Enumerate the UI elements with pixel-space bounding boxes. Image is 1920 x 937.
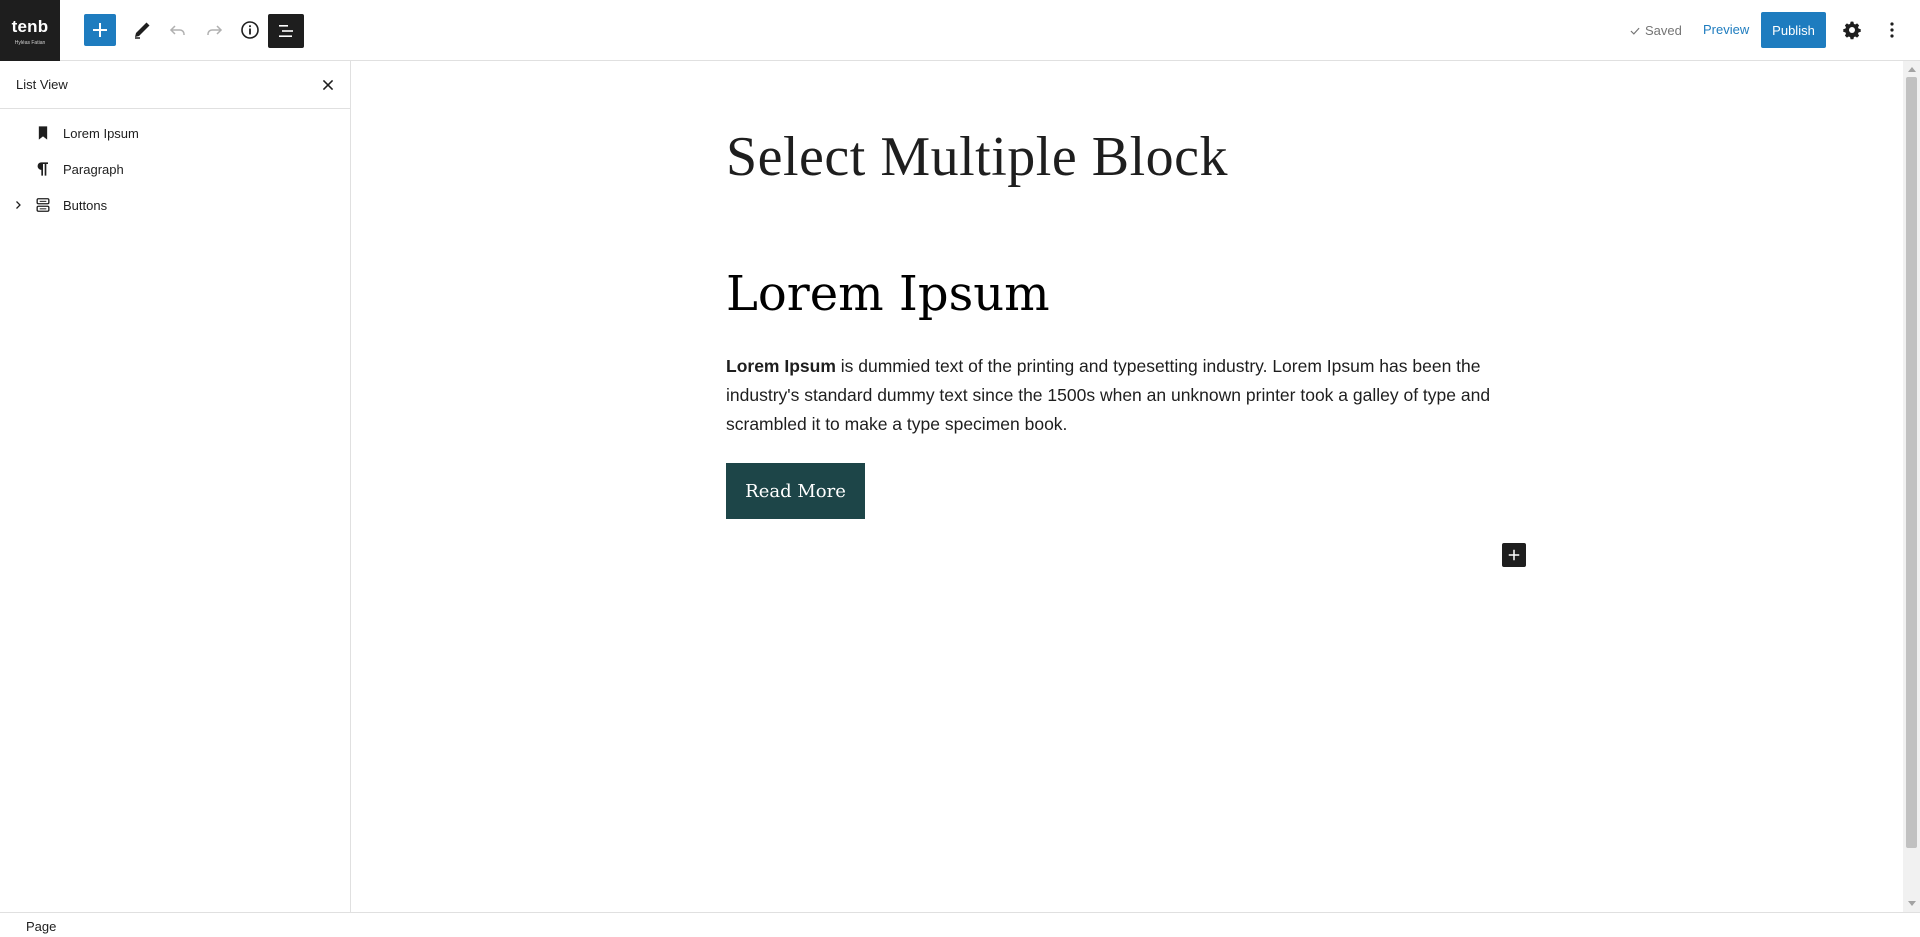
plus-icon [93, 23, 107, 37]
undo-button[interactable] [162, 14, 194, 46]
scroll-thumb[interactable] [1906, 77, 1917, 848]
heading-block[interactable]: Lorem Ipsum [726, 266, 1050, 322]
list-view-item-heading[interactable]: Lorem Ipsum [0, 115, 350, 151]
undo-icon [169, 25, 185, 35]
chevron-right-icon[interactable] [10, 197, 26, 213]
list-view-icon [279, 25, 293, 37]
list-view-item-buttons[interactable]: Buttons [0, 187, 350, 223]
paragraph-icon [31, 157, 55, 181]
editor-header: tenb Hyléas Fatian Saved Preview Publish [0, 0, 1920, 61]
pencil-icon [135, 22, 150, 39]
scroll-down-arrow[interactable] [1908, 901, 1916, 906]
page-title[interactable]: Select Multiple Block [726, 125, 1228, 189]
saved-status: Saved [1628, 23, 1682, 38]
site-logo-button[interactable]: tenb Hyléas Fatian [0, 0, 60, 61]
settings-button[interactable] [1836, 14, 1868, 46]
details-button[interactable] [234, 14, 266, 46]
block-breadcrumb[interactable]: Page [26, 919, 56, 934]
paragraph-block[interactable]: Lorem Ipsum is dummied text of the print… [726, 352, 1526, 439]
list-view-item-label: Buttons [63, 198, 108, 213]
more-vertical-icon [1890, 22, 1894, 38]
tools-button[interactable] [126, 14, 158, 46]
read-more-button-block[interactable]: Read More [726, 463, 865, 519]
close-icon [322, 79, 334, 91]
list-view-panel: List View Lorem Ipsum Paragraph Buttons [0, 61, 351, 912]
list-view-tree: Lorem Ipsum Paragraph Buttons [0, 109, 350, 223]
block-appender-button[interactable] [1502, 543, 1526, 567]
list-view-title: List View [16, 77, 68, 92]
bookmark-icon [31, 121, 55, 145]
list-view-header: List View [0, 61, 350, 109]
site-logo-tagline: Hyléas Fatian [14, 40, 46, 46]
redo-button[interactable] [198, 14, 230, 46]
plus-icon [1508, 549, 1520, 561]
editor-footer: Page [0, 912, 1920, 937]
buttons-icon [31, 193, 55, 217]
redo-icon [207, 25, 223, 35]
list-view-toggle-button[interactable] [268, 14, 304, 48]
list-view-item-label: Lorem Ipsum [63, 126, 139, 141]
saved-label: Saved [1645, 23, 1682, 38]
publish-button[interactable]: Publish [1761, 12, 1826, 48]
preview-button[interactable]: Preview [1703, 22, 1749, 37]
scroll-up-arrow[interactable] [1908, 67, 1916, 72]
canvas-scrollbar[interactable] [1903, 61, 1920, 912]
add-block-button[interactable] [84, 14, 116, 46]
info-icon [241, 21, 259, 39]
check-icon [1630, 27, 1640, 35]
site-logo-word: tenb [11, 17, 49, 36]
options-button[interactable] [1876, 14, 1908, 46]
editor-canvas: Select Multiple Block Lorem Ipsum Lorem … [351, 61, 1903, 912]
gear-icon [1843, 21, 1861, 40]
list-view-item-paragraph[interactable]: Paragraph [0, 151, 350, 187]
paragraph-text: is dummied text of the printing and type… [726, 356, 1491, 434]
paragraph-bold-text: Lorem Ipsum [726, 356, 836, 376]
list-view-item-label: Paragraph [63, 162, 124, 177]
close-list-view-button[interactable] [316, 73, 340, 97]
